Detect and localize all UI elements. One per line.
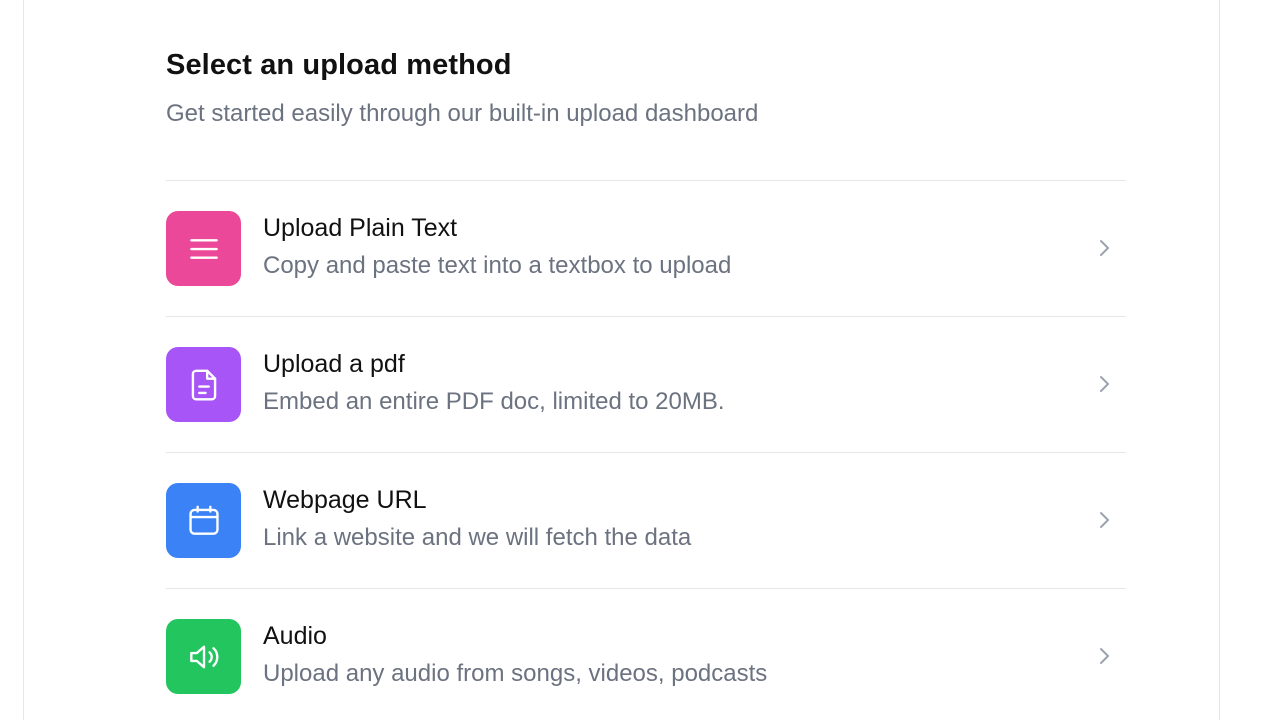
upload-method-webpage-url[interactable]: Webpage URL Link a website and we will f…	[166, 453, 1126, 589]
chevron-right-icon	[1100, 648, 1109, 664]
method-description: Embed an entire PDF doc, limited to 20MB…	[263, 388, 725, 415]
calendar-icon	[166, 483, 241, 558]
method-title: Upload a pdf	[263, 350, 405, 378]
menu-lines-icon	[166, 211, 241, 286]
chevron-right-icon	[1100, 376, 1109, 392]
page-subtitle: Get started easily through our built-in …	[166, 100, 759, 127]
method-description: Link a website and we will fetch the dat…	[263, 524, 692, 551]
method-description: Copy and paste text into a textbox to up…	[263, 252, 732, 279]
upload-panel: Select an upload method Get started easi…	[23, 0, 1220, 720]
method-description: Upload any audio from songs, videos, pod…	[263, 660, 768, 687]
speaker-icon	[166, 619, 241, 694]
upload-method-list: Upload Plain Text Copy and paste text in…	[166, 180, 1126, 725]
upload-method-pdf[interactable]: Upload a pdf Embed an entire PDF doc, li…	[166, 317, 1126, 453]
chevron-right-icon	[1100, 512, 1109, 528]
method-title: Upload Plain Text	[263, 214, 458, 242]
upload-method-audio[interactable]: Audio Upload any audio from songs, video…	[166, 589, 1126, 725]
chevron-right-icon	[1100, 240, 1109, 256]
method-title: Webpage URL	[263, 486, 427, 514]
upload-method-plain-text[interactable]: Upload Plain Text Copy and paste text in…	[166, 181, 1126, 317]
document-icon	[166, 347, 241, 422]
page-title: Select an upload method	[166, 49, 512, 81]
method-title: Audio	[263, 622, 327, 650]
